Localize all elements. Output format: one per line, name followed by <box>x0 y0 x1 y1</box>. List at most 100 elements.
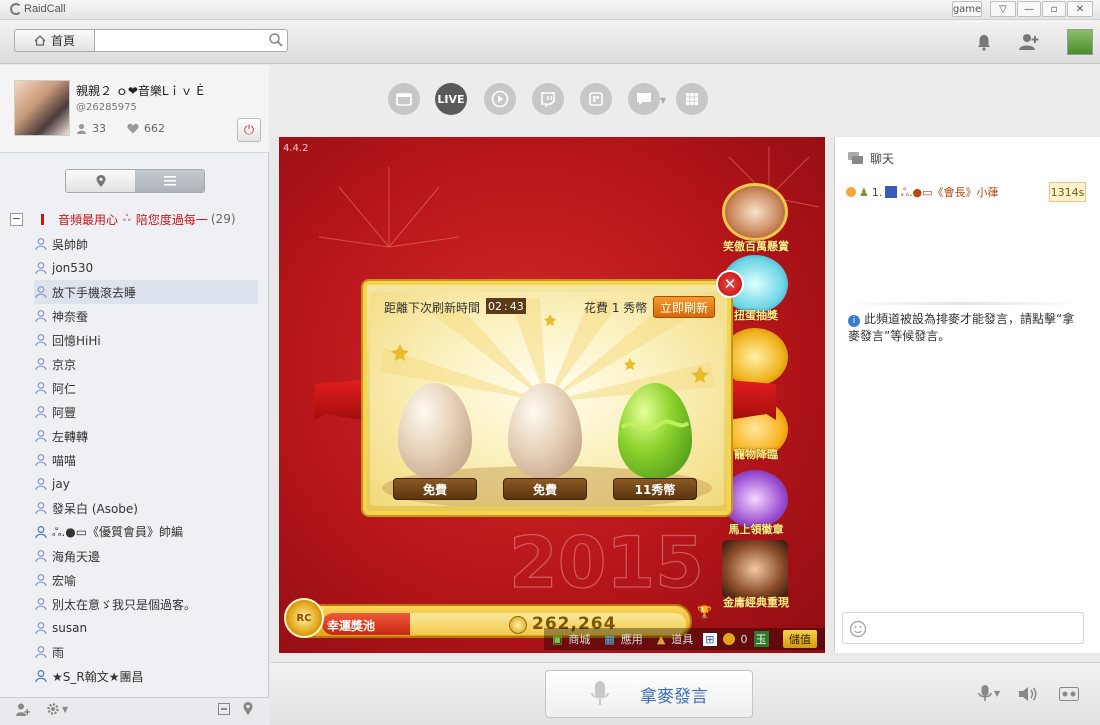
egg-1-price[interactable]: 免費 <box>393 478 477 500</box>
jackpot-label: 幸運獎池 <box>327 619 376 633</box>
tab-screen-icon[interactable] <box>388 83 420 115</box>
add-friend-icon[interactable] <box>1018 33 1040 54</box>
settings-gear-icon[interactable]: ▼ <box>46 702 68 716</box>
refresh-now-button[interactable]: 立即刷新 <box>653 296 715 318</box>
member-item[interactable]: 阿仁 <box>34 376 258 400</box>
member-item[interactable]: 吳帥帥 <box>34 232 258 256</box>
apps-link[interactable]: 應用 <box>621 631 643 647</box>
items-link[interactable]: 道具 <box>671 631 693 647</box>
member-item[interactable]: 別太在意ゞ我只是個過客。 <box>34 592 258 616</box>
close-popup-icon[interactable]: ✕ <box>716 270 744 298</box>
tab-twitch-icon[interactable] <box>532 83 564 115</box>
emoji-icon[interactable] <box>849 620 867 638</box>
tab-grid-icon[interactable] <box>676 83 708 115</box>
close-window-icon[interactable]: ✕ <box>1067 1 1093 17</box>
chat-input[interactable] <box>842 612 1084 644</box>
recharge-button[interactable]: 儲值 <box>783 630 817 648</box>
side-menu-badge-icon[interactable] <box>722 470 788 528</box>
shop-icon[interactable]: ▣ <box>552 633 562 646</box>
member-name: 吳帥帥 <box>52 237 89 252</box>
add-user-icon[interactable] <box>16 703 31 719</box>
recorder-icon[interactable] <box>1059 687 1079 704</box>
search-input[interactable] <box>95 29 288 52</box>
search-icon[interactable] <box>268 32 284 51</box>
person-icon <box>77 123 86 134</box>
apps-icon[interactable]: ▦ <box>604 633 614 646</box>
member-item[interactable]: 宏喻 <box>34 568 258 592</box>
member-name: 雨 <box>52 645 65 660</box>
member-name: jay <box>52 477 70 491</box>
items-icon[interactable]: ▲ <box>657 633 665 646</box>
member-item[interactable]: jon530 <box>34 256 258 280</box>
member-item[interactable]: 雨 <box>34 640 258 664</box>
tab-chat-icon[interactable] <box>628 83 660 115</box>
view-toggle <box>65 169 205 193</box>
egg-3-price[interactable]: 11秀幣 <box>613 478 697 500</box>
member-item[interactable]: 左轉轉 <box>34 424 258 448</box>
member-item[interactable]: jay <box>34 472 258 496</box>
dropdown-menu-icon[interactable]: ▽ <box>990 1 1016 17</box>
coin-icon <box>509 616 527 634</box>
egg-pattern <box>620 419 690 431</box>
member-item[interactable]: 阿豐 <box>34 400 258 424</box>
location-view-button[interactable] <box>66 170 135 192</box>
qr-code-icon[interactable]: ⊞ <box>703 632 717 646</box>
side-menu-gift-icon[interactable] <box>722 328 788 386</box>
user-avatar-thumbnail[interactable] <box>1067 29 1093 55</box>
maximize-icon[interactable]: ▫ <box>1042 1 1066 17</box>
microphone-icon <box>591 681 609 705</box>
home-button[interactable]: 首頁 <box>14 29 95 52</box>
member-person-icon <box>34 501 48 515</box>
member-name: 阿豐 <box>52 405 77 420</box>
member-name: 海角天邊 <box>52 549 101 564</box>
bell-icon[interactable] <box>976 33 992 54</box>
minimize-icon[interactable]: — <box>1017 1 1041 17</box>
side-menu-bounty-icon[interactable] <box>722 183 788 241</box>
member-name: 放下手機滾去睡 <box>52 285 137 300</box>
group-marker <box>41 213 44 225</box>
tab-app-icon[interactable] <box>580 83 612 115</box>
game-tag-button[interactable]: game <box>952 1 982 17</box>
refresh-timer: 02:43 <box>486 298 526 314</box>
member-item[interactable]: 放下手機滾去睡 <box>34 280 258 304</box>
tab-play-icon[interactable] <box>484 83 516 115</box>
collapse-list-icon[interactable] <box>218 703 230 718</box>
list-icon <box>163 176 176 186</box>
side-menu-bounty-label[interactable]: 笑傲百萬懸賞 <box>716 238 796 254</box>
side-menu-classic-label[interactable]: 金庸經典重現 <box>706 594 806 610</box>
rc-coin-icon: RC <box>284 598 324 638</box>
member-item[interactable]: susan <box>34 616 258 640</box>
channel-group-header[interactable]: − 音頻最用心 ஃ 陪您度過每一 (29) <box>10 210 260 228</box>
avatar[interactable] <box>14 80 70 136</box>
refresh-cost: 花費 1 秀幣 <box>584 301 648 315</box>
member-item[interactable]: 發呆白 (Asobe) <box>34 496 258 520</box>
member-item[interactable]: 喵喵 <box>34 448 258 472</box>
mic-settings-icon[interactable]: ▼ <box>978 684 1000 702</box>
tab-live-icon[interactable]: LIVE <box>435 83 467 115</box>
trophy-icon[interactable]: 🏆 <box>697 605 712 619</box>
egg-3[interactable] <box>618 383 692 479</box>
member-name: jon530 <box>52 261 94 275</box>
member-name: ★S_R翰文★團昌 <box>52 669 144 684</box>
member-person-icon <box>34 477 48 491</box>
side-menu-classic-icon[interactable] <box>722 540 788 598</box>
shop-link[interactable]: 商城 <box>568 631 590 647</box>
egg-2-price[interactable]: 免費 <box>503 478 587 500</box>
chat-dropdown-icon[interactable]: ▼ <box>660 96 666 105</box>
member-item[interactable]: ஃ.●▭《優質會員》帥編 <box>34 520 258 544</box>
member-item[interactable]: ★S_R翰文★團昌 <box>34 664 258 688</box>
location-icon[interactable] <box>243 702 253 718</box>
speaker-volume-icon[interactable] <box>1018 686 1038 705</box>
power-icon[interactable]: ⏻ <box>237 118 261 142</box>
member-item[interactable]: 神奈蚕 <box>34 304 258 328</box>
list-view-button[interactable] <box>135 170 204 192</box>
member-item[interactable]: 回憶HiHi <box>34 328 258 352</box>
collapse-toggle[interactable]: − <box>10 212 23 226</box>
take-mic-button[interactable]: 拿麥發言 <box>545 670 753 718</box>
home-icon <box>34 35 46 46</box>
side-menu-badge-label[interactable]: 馬上領徽章 <box>716 521 796 537</box>
chat-bubble-icon <box>848 151 863 164</box>
member-item[interactable]: 京京 <box>34 352 258 376</box>
member-item[interactable]: 海角天邊 <box>34 544 258 568</box>
member-name: 回憶HiHi <box>52 333 101 348</box>
